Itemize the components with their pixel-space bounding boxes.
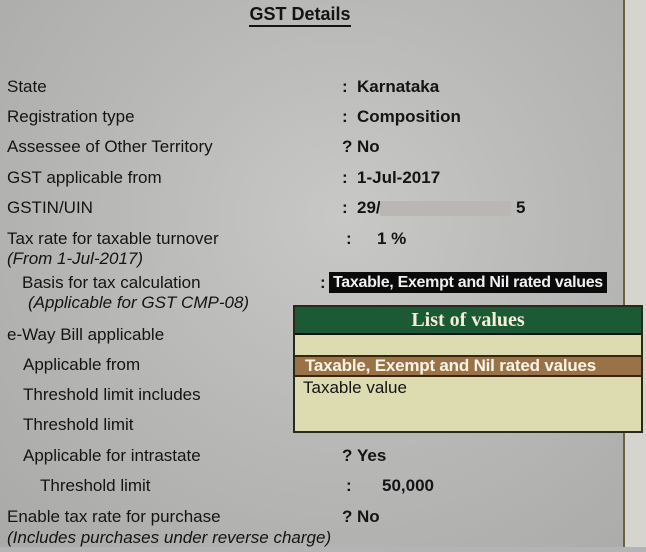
applicable-intrastate-label: Applicable for intrastate [23,446,201,465]
tax-rate-label: Tax rate for taxable turnover [7,229,219,248]
gstin-value-suffix: 5 [516,198,526,217]
state-sep: : [342,77,348,96]
registration-type-label: Registration type [7,107,135,126]
intrastate-threshold-sep: : [346,476,352,495]
enable-tax-purchase-sublabel: (Includes purchases under reverse charge… [7,528,332,547]
field-gstin: GSTIN/UIN : 29/ 5 [0,198,620,222]
assessee-sep: ? [342,137,353,156]
tax-rate-sep: : [346,229,352,248]
field-applicable-intrastate: Applicable for intrastate ? Yes [0,446,620,470]
intrastate-threshold-label: Threshold limit [40,476,151,495]
list-item-taxable-exempt-nil[interactable]: Taxable, Exempt and Nil rated values [295,355,641,377]
gst-applicable-from-label: GST applicable from [7,168,162,187]
enable-tax-purchase-label: Enable tax rate for purchase [7,507,221,526]
threshold-limit-label: Threshold limit [23,415,134,434]
state-value[interactable]: Karnataka [357,77,439,97]
basis-tax-calc-sublabel: (Applicable for GST CMP-08) [28,293,250,312]
field-gst-applicable-from: GST applicable from : 1-Jul-2017 [0,168,620,192]
gstin-value-prefix[interactable]: 29/ [357,198,381,218]
field-registration-type: Registration type : Composition [0,107,620,131]
right-border [623,0,646,547]
state-label: State [7,77,47,96]
field-assessee-other-territory: Assessee of Other Territory ? No [0,137,620,161]
assessee-label: Assessee of Other Territory [7,137,213,156]
applicable-from-label: Applicable from [23,355,141,374]
gstin-sep: : [342,198,348,217]
gstin-label: GSTIN/UIN [7,198,93,217]
list-search-area[interactable] [295,335,641,355]
enable-tax-purchase-sep: ? [342,507,353,526]
applicable-intrastate-value[interactable]: Yes [357,446,386,466]
registration-type-value[interactable]: Composition [357,107,461,127]
tax-rate-sublabel-row: (From 1-Jul-2017) [0,249,620,273]
tax-rate-value[interactable]: 1 % [377,229,406,249]
basis-tax-calc-input[interactable]: Taxable, Exempt and Nil rated values [329,272,607,293]
assessee-value[interactable]: No [357,137,380,157]
gstin-redaction [380,201,511,216]
enable-tax-purchase-value[interactable]: No [357,507,380,527]
page-title: GST Details [0,4,600,27]
basis-tax-calc-label: Basis for tax calculation [22,273,201,292]
threshold-includes-label: Threshold limit includes [23,385,201,404]
enable-tax-purchase-sublabel-row: (Includes purchases under reverse charge… [0,528,620,552]
applicable-intrastate-sep: ? [342,446,353,465]
list-of-values-title: List of values [295,307,641,335]
tax-rate-sublabel: (From 1-Jul-2017) [7,249,144,268]
list-of-values-popup: List of values Taxable, Exempt and Nil r… [293,305,643,433]
field-state: State : Karnataka [0,77,620,101]
eway-bill-label: e-Way Bill applicable [7,325,165,344]
intrastate-threshold-value[interactable]: 50,000 [382,476,434,496]
gst-applicable-from-sep: : [342,168,348,187]
registration-type-sep: : [342,107,348,126]
list-item-taxable-value[interactable]: Taxable value [295,377,641,399]
gst-applicable-from-value[interactable]: 1-Jul-2017 [357,168,440,188]
basis-tax-calc-sep: : [320,273,326,292]
field-intrastate-threshold: Threshold limit : 50,000 [0,476,620,500]
